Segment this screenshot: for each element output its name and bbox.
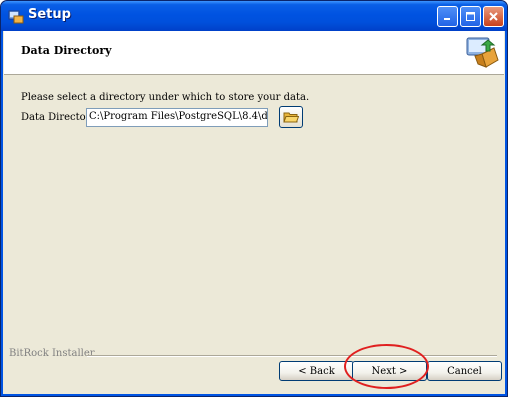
- footer-divider: [87, 355, 497, 357]
- minimize-icon: [444, 18, 450, 20]
- title-bar[interactable]: Setup: [1, 1, 507, 31]
- setup-app-icon: [8, 10, 24, 24]
- brand-label: BitRock Installer: [9, 348, 95, 359]
- browse-folder-button[interactable]: [279, 106, 303, 128]
- window-title: Setup: [28, 7, 71, 22]
- maximize-button[interactable]: [460, 6, 481, 27]
- installer-box-icon: [466, 37, 499, 68]
- data-directory-label: Data Directory: [21, 112, 97, 123]
- open-folder-icon: [283, 112, 299, 123]
- page-title: Data Directory: [21, 44, 112, 57]
- maximize-icon: [466, 12, 475, 21]
- minimize-button[interactable]: [437, 6, 458, 27]
- close-button[interactable]: [483, 6, 504, 27]
- setup-window: Setup Data Directory Please select a dir…: [0, 0, 508, 397]
- next-highlight-circle: [344, 344, 429, 389]
- instruction-text: Please select a directory under which to…: [21, 92, 310, 103]
- data-directory-input[interactable]: C:\Program Files\PostgreSQL\8.4\data: [86, 108, 268, 127]
- cancel-button[interactable]: Cancel: [427, 361, 502, 381]
- page-header: Data Directory: [4, 31, 504, 75]
- close-icon: [489, 12, 498, 21]
- back-button[interactable]: < Back: [279, 361, 354, 381]
- content-area: Please select a directory under which to…: [4, 75, 504, 393]
